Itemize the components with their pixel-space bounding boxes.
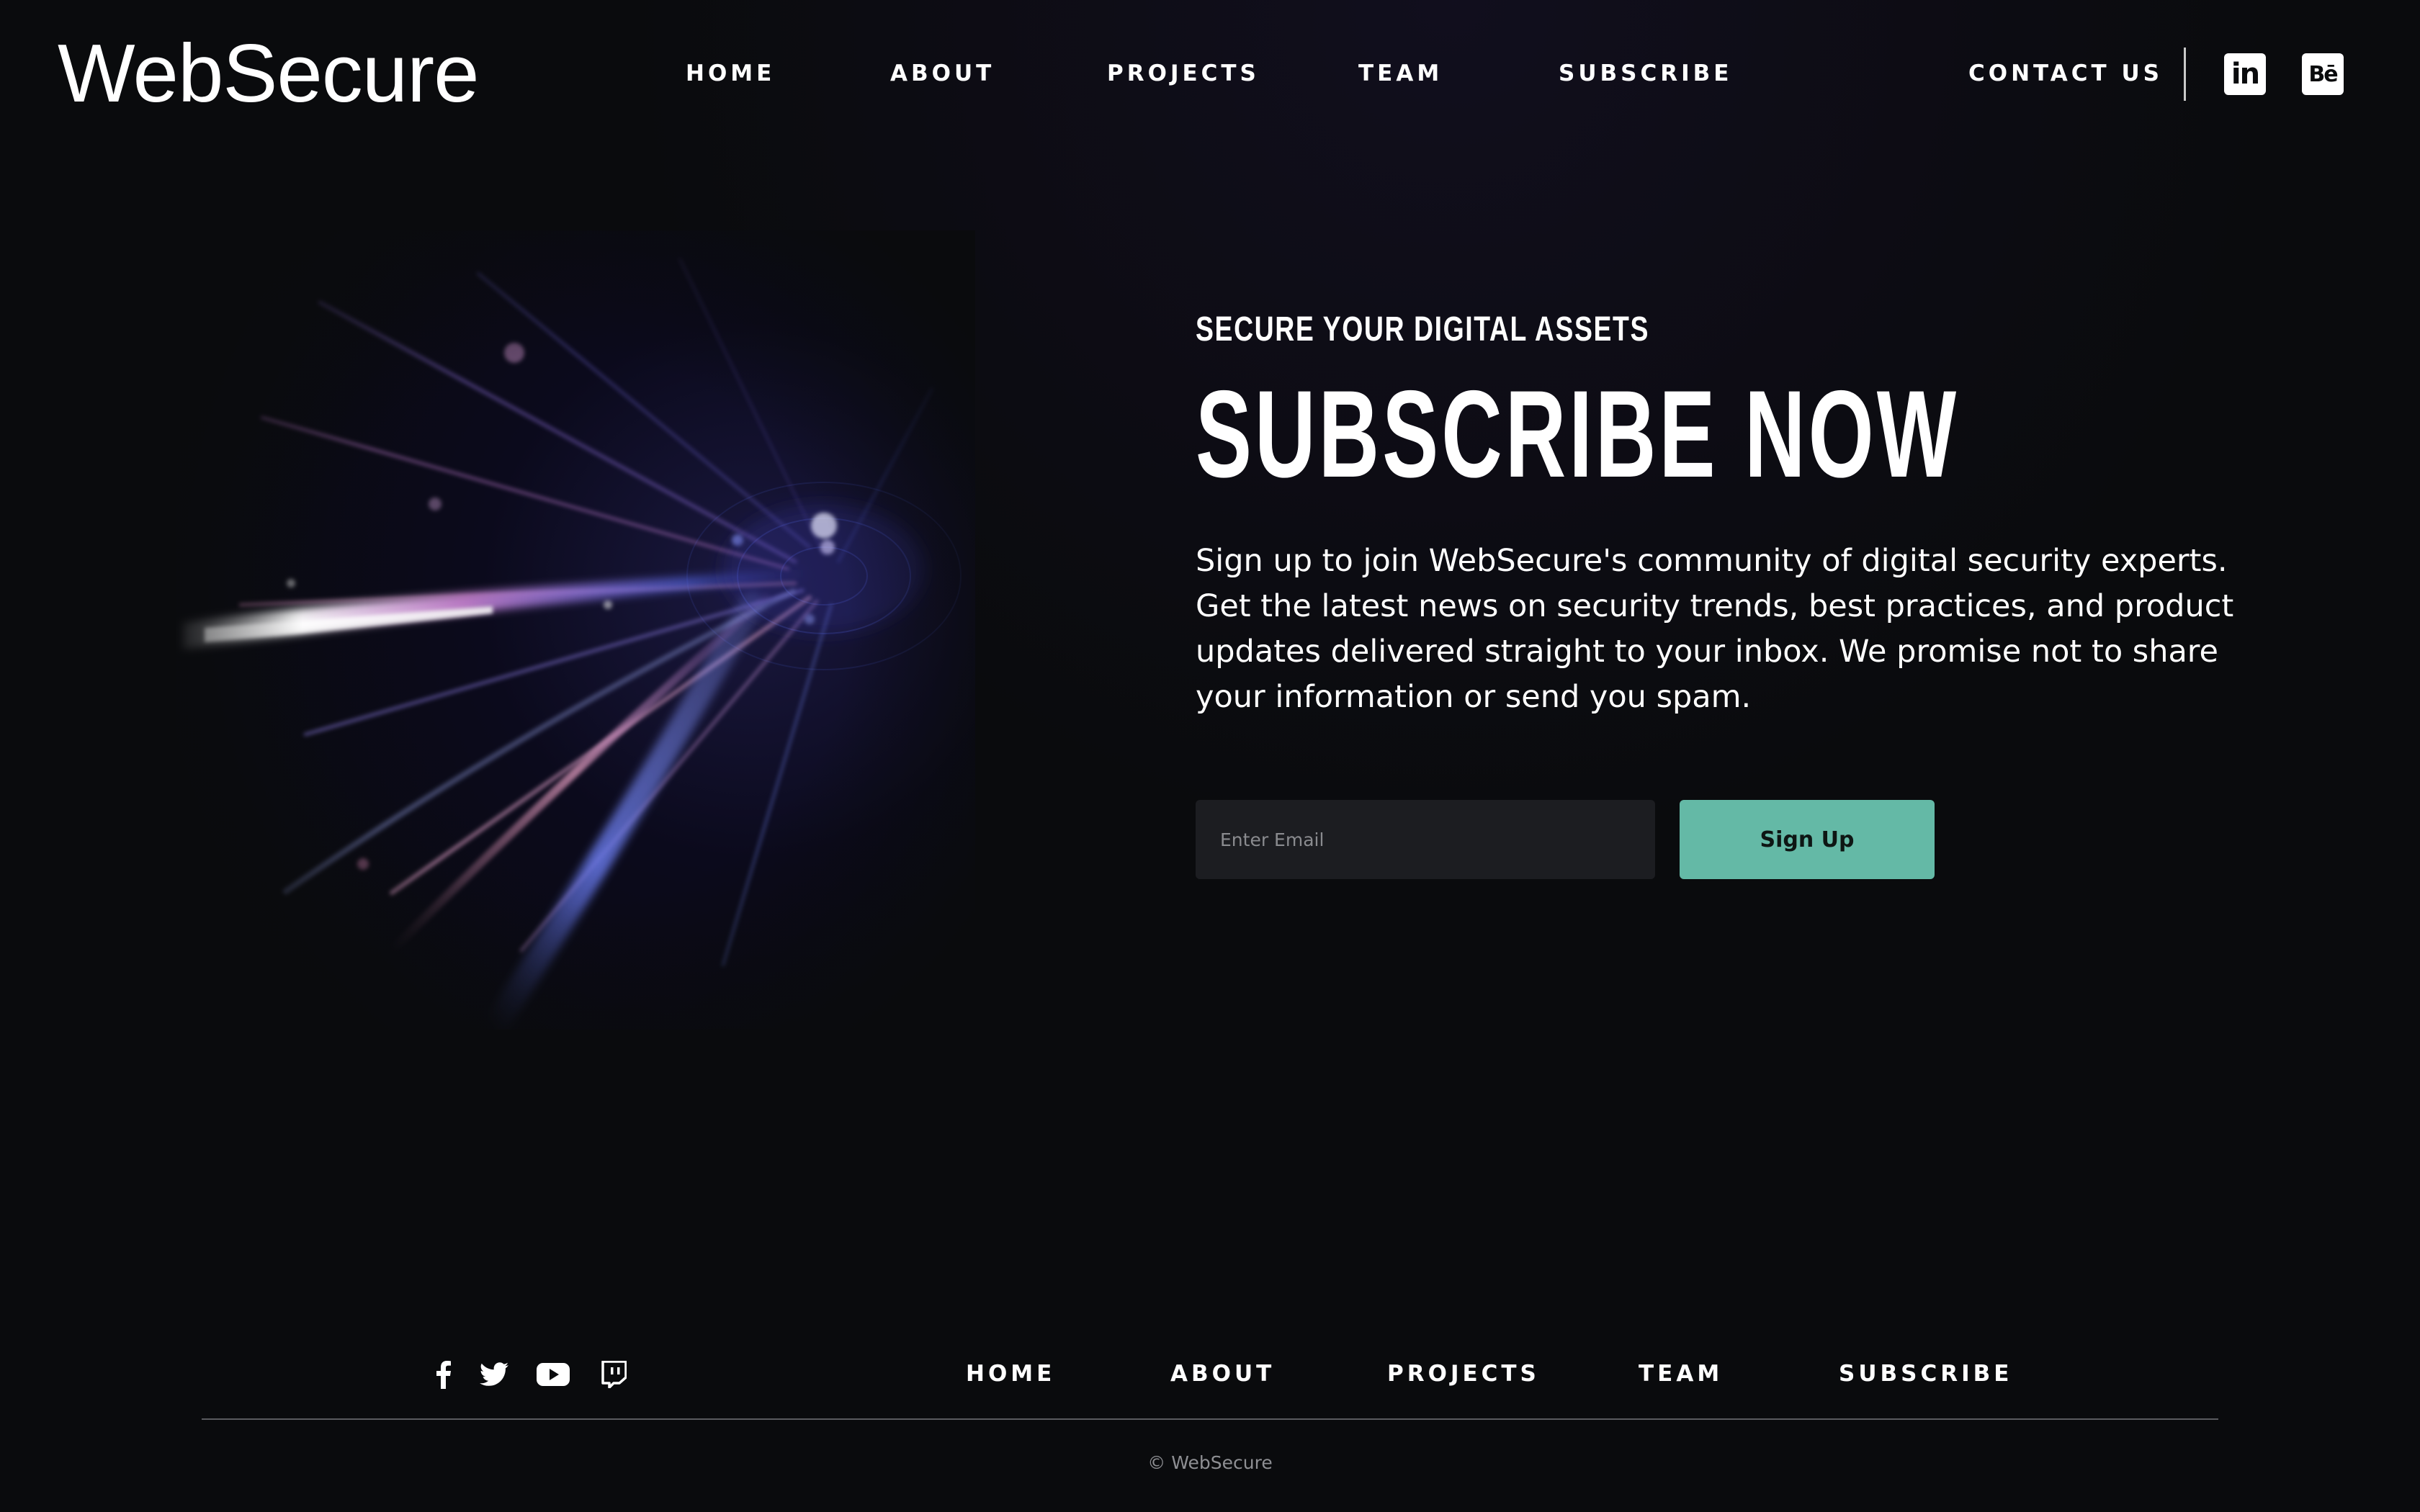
facebook-icon[interactable] [434,1356,454,1392]
twitter-icon[interactable] [478,1356,510,1392]
brand-logo[interactable]: WebSecure [58,27,480,121]
youtube-icon[interactable] [536,1356,570,1392]
page: WebSecure HOME ABOUT PROJECTS TEAM SUBSC… [0,0,2420,1512]
twitch-icon[interactable] [599,1356,628,1392]
nav-projects[interactable]: PROJECTS [1107,58,1260,89]
footer-nav-home[interactable]: HOME [966,1358,1055,1390]
footer-nav-subscribe[interactable]: SUBSCRIBE [1839,1358,2012,1390]
header-divider [2184,48,2186,101]
footer-nav-projects[interactable]: PROJECTS [1387,1358,1540,1390]
linkedin-icon[interactable]: in [2224,53,2266,95]
copyright-text: © WebSecure [1147,1452,1273,1473]
contact-us-link[interactable]: CONTACT US [1968,58,2163,89]
hero-headline: SUBSCRIBE NOW [1196,365,1960,503]
hero-eyebrow: SECURE YOUR DIGITAL ASSETS [1196,310,1649,348]
footer-nav-about[interactable]: ABOUT [1170,1358,1275,1390]
nav-subscribe[interactable]: SUBSCRIBE [1559,58,1732,89]
email-input[interactable] [1196,800,1655,879]
footer-divider [202,1418,2218,1420]
light-speed-tunnel-image [176,230,975,1030]
hero-description: Sign up to join WebSecure's community of… [1196,543,2234,715]
nav-team[interactable]: TEAM [1358,58,1443,89]
sign-up-button[interactable]: Sign Up [1680,800,1935,879]
behance-icon[interactable]: Bē [2302,53,2344,95]
nav-home[interactable]: HOME [686,58,775,89]
nav-about[interactable]: ABOUT [890,58,995,89]
footer-nav-team[interactable]: TEAM [1639,1358,1723,1390]
